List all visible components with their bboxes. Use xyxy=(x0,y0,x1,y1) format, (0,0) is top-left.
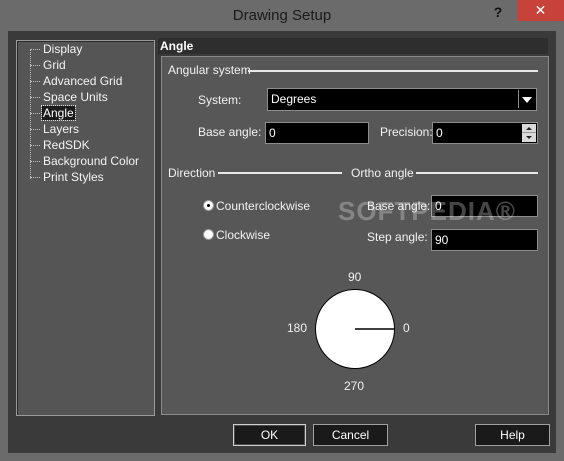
counterclockwise-label[interactable]: Counterclockwise xyxy=(216,199,310,213)
tree-item-grid[interactable]: Grid xyxy=(30,57,67,73)
tree-item-advanced-grid[interactable]: Advanced Grid xyxy=(30,73,123,89)
clockwise-radio[interactable] xyxy=(203,229,214,240)
tree-item-display[interactable]: Display xyxy=(30,41,83,57)
angle-dial[interactable] xyxy=(314,288,396,370)
cancel-button[interactable]: Cancel xyxy=(313,424,388,446)
precision-value: 0 xyxy=(436,126,443,140)
softpedia-watermark: SOFTPEDIA® xyxy=(338,196,516,226)
ortho-angle-group-label: Ortho angle xyxy=(351,166,414,180)
close-button[interactable]: ✕ xyxy=(517,0,564,21)
tree-item-redsdk[interactable]: RedSDK xyxy=(30,137,91,153)
base-angle-input[interactable]: 0 xyxy=(265,122,369,144)
spinner-arrows-icon[interactable] xyxy=(522,124,536,142)
system-label: System: xyxy=(198,93,242,107)
clockwise-label[interactable]: Clockwise xyxy=(216,228,270,242)
system-select[interactable]: Degrees xyxy=(267,88,537,111)
tree-item-layers[interactable]: Layers xyxy=(30,121,80,137)
dial-label-left: 180 xyxy=(287,321,308,335)
angular-system-divider xyxy=(248,70,538,72)
angular-system-group-label: Angular system xyxy=(168,63,251,77)
title-bar: Drawing Setup ? ✕ xyxy=(0,0,564,31)
tree-item-print-styles[interactable]: Print Styles xyxy=(30,169,105,185)
dial-label-top: 90 xyxy=(348,270,362,284)
direction-group-label: Direction xyxy=(168,166,216,180)
ortho-angle-divider xyxy=(416,172,538,174)
base-angle-label: Base angle: xyxy=(198,125,262,139)
dial-label-bottom: 270 xyxy=(344,379,365,393)
precision-label: Precision: xyxy=(380,125,433,139)
step-angle-label: Step angle: xyxy=(367,230,428,244)
system-select-value: Degrees xyxy=(271,92,317,106)
chevron-down-icon[interactable] xyxy=(518,90,535,108)
step-angle-input[interactable]: 90 xyxy=(431,229,538,251)
direction-divider xyxy=(218,172,342,174)
help-icon[interactable]: ? xyxy=(488,2,508,22)
precision-spinner[interactable]: 0 xyxy=(432,122,538,144)
tree-item-background-color[interactable]: Background Color xyxy=(30,153,140,169)
tree-item-space-units[interactable]: Space Units xyxy=(30,89,109,105)
ok-button[interactable]: OK xyxy=(233,424,306,446)
help-button[interactable]: Help xyxy=(475,424,550,446)
counterclockwise-radio[interactable] xyxy=(203,200,214,211)
section-title: Angle xyxy=(158,38,548,54)
dial-label-right: 0 xyxy=(403,321,410,335)
window-title: Drawing Setup xyxy=(232,7,332,24)
tree-item-angle[interactable]: Angle xyxy=(30,105,76,121)
